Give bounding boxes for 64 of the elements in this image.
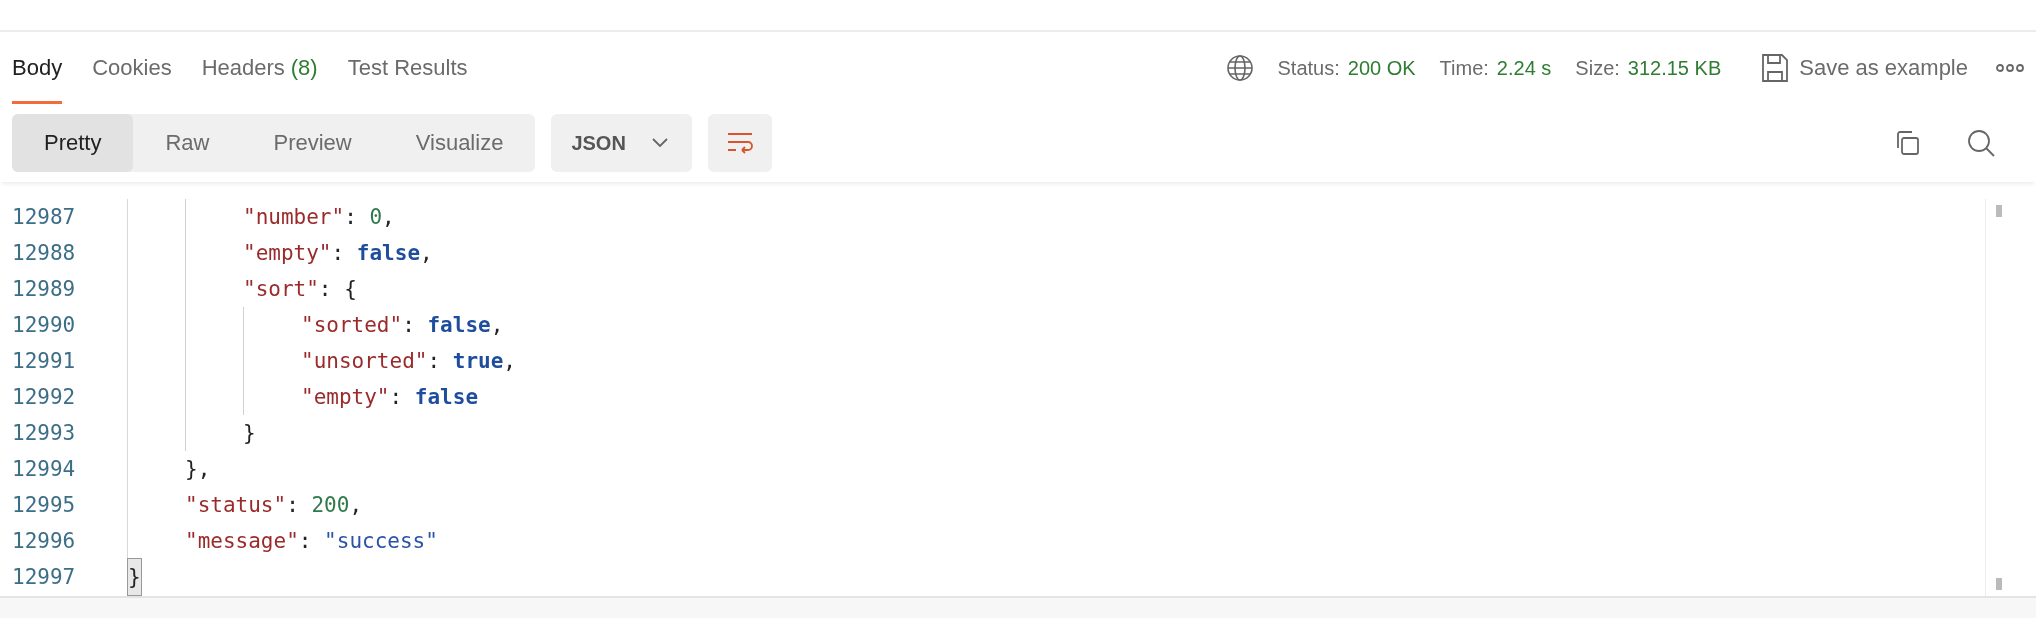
line-number: 12988: [12, 241, 76, 265]
tab[interactable]: Test Results: [347, 32, 468, 104]
boolean-value: true: [452, 348, 504, 375]
punctuation: ,: [490, 312, 504, 339]
string-value: "success": [324, 528, 438, 555]
line-number: 12991: [12, 349, 76, 373]
meta-label: Size:: [1575, 56, 1620, 80]
punctuation: ,: [349, 492, 363, 519]
boolean-value: false: [427, 312, 491, 339]
tab[interactable]: Cookies: [92, 32, 172, 104]
punctuation: :: [427, 348, 442, 375]
line-number: 12993: [12, 421, 76, 445]
boolean-value: false: [356, 240, 421, 267]
view-mode-tab[interactable]: Preview: [241, 114, 384, 172]
format-dropdown[interactable]: JSON: [551, 114, 692, 172]
json-key: "message": [185, 523, 299, 559]
save-button[interactable]: Save as example: [1761, 53, 1968, 83]
view-mode-tab[interactable]: Pretty: [12, 114, 134, 172]
line-number: 12992: [12, 385, 76, 409]
json-key: "empty": [301, 379, 390, 415]
punctuation: :: [389, 384, 404, 411]
chevron-down-icon: [651, 138, 668, 148]
punctuation: ,: [420, 240, 433, 267]
line-number: 12989: [12, 277, 76, 301]
punctuation: :: [344, 204, 358, 231]
json-key: "number": [243, 199, 345, 235]
punctuation: :: [402, 312, 416, 339]
punctuation: : {: [318, 276, 357, 303]
line-number: 12990: [12, 313, 76, 337]
meta-value: 200 OK: [1347, 56, 1416, 80]
punctuation: ,: [503, 348, 516, 375]
line-number: 12987: [12, 205, 76, 229]
number-value: 200: [311, 492, 350, 519]
view-mode-tab[interactable]: Visualize: [383, 114, 536, 172]
line-number: 12997: [12, 565, 76, 589]
punctuation: :: [286, 492, 300, 519]
json-key: "sort": [243, 271, 319, 307]
boolean-value: false: [414, 384, 479, 411]
json-key: "status": [185, 487, 287, 523]
line-number: 12994: [12, 457, 76, 481]
search-icon[interactable]: [1966, 128, 1996, 158]
meta-value: 312.15 KB: [1627, 56, 1722, 80]
meta-label: Status:: [1277, 56, 1340, 80]
wrap-lines-button[interactable]: [707, 114, 772, 172]
punctuation: }: [128, 559, 141, 595]
punctuation: ,: [382, 204, 395, 231]
wrap-lines-icon: [725, 131, 754, 155]
punctuation: },: [185, 456, 211, 483]
more-icon[interactable]: [1996, 63, 2024, 73]
punctuation: :: [298, 528, 313, 555]
tab[interactable]: Headers (8): [201, 32, 318, 104]
json-key: "empty": [243, 235, 332, 271]
json-key: "unsorted": [301, 343, 428, 379]
number-value: 0: [369, 204, 383, 231]
line-number: 12996: [12, 529, 76, 553]
punctuation: }: [243, 420, 256, 447]
json-key: "sorted": [301, 307, 403, 343]
meta-value: 2.24 s: [1496, 56, 1552, 80]
line-number: 12995: [12, 493, 76, 517]
punctuation: :: [331, 240, 346, 267]
globe-icon[interactable]: [1225, 54, 1254, 82]
view-mode-tab[interactable]: Raw: [133, 114, 242, 172]
copy-icon[interactable]: [1894, 130, 1920, 156]
meta-label: Time:: [1439, 56, 1489, 80]
